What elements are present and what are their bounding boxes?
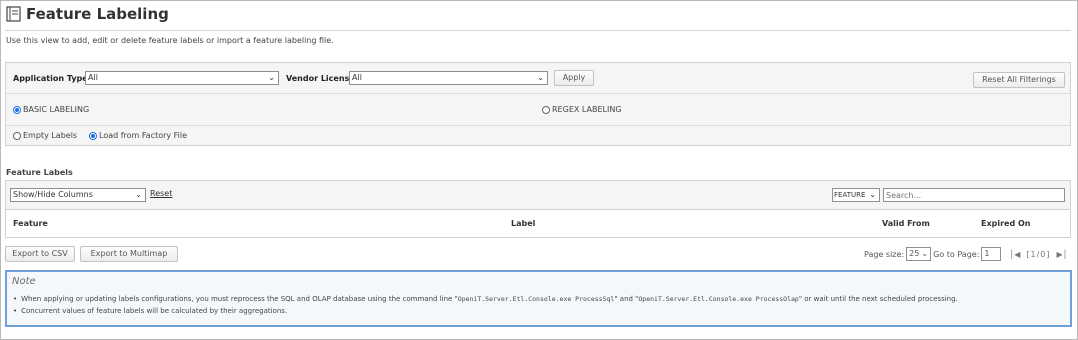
note-text: When applying or updating labels configu… bbox=[21, 295, 458, 303]
column-header-expired-on[interactable]: Expired On bbox=[981, 219, 1030, 228]
reset-all-filterings-button[interactable]: Reset All Filterings bbox=[973, 72, 1065, 88]
search-input[interactable] bbox=[883, 188, 1065, 202]
last-page-icon[interactable]: ▶│ bbox=[1057, 250, 1068, 259]
go-to-page-label: Go to Page: bbox=[933, 249, 980, 259]
chevron-down-icon: ⌄ bbox=[135, 190, 142, 199]
search-field-select[interactable]: FEATURE ⌄ bbox=[832, 188, 880, 202]
bullet-icon: • bbox=[13, 307, 18, 315]
factory-file-radio[interactable]: Load from Factory File bbox=[89, 131, 187, 140]
factory-file-label: Load from Factory File bbox=[99, 131, 188, 140]
page-description: Use this view to add, edit or delete fea… bbox=[6, 36, 334, 45]
regex-labeling-radio[interactable]: REGEX LABELING bbox=[542, 105, 622, 114]
command-text: OpeniT.Server.Etl.Console.exe ProcessOla… bbox=[638, 295, 799, 303]
radio-selected-icon bbox=[13, 105, 21, 114]
filter-panel: Application Type: All ⌄ Vendor License: … bbox=[5, 62, 1071, 146]
go-to-page-input[interactable]: 1 bbox=[981, 247, 1002, 261]
basic-labeling-label: BASIC LABELING bbox=[23, 105, 90, 114]
basic-labeling-radio[interactable]: BASIC LABELING bbox=[13, 105, 89, 114]
note-box: Note • When applying or updating labels … bbox=[5, 270, 1072, 327]
radio-unselected-icon bbox=[13, 131, 21, 140]
page-size-value: 25 bbox=[909, 249, 920, 258]
chevron-down-icon: ⌄ bbox=[268, 73, 275, 82]
radio-selected-icon bbox=[89, 131, 97, 140]
note-item: • When applying or updating labels confi… bbox=[13, 293, 1063, 305]
radio-unselected-icon bbox=[542, 105, 550, 114]
label-source-row: Empty Labels Load from Factory File bbox=[6, 125, 1070, 146]
filter-row: Application Type: All ⌄ Vendor License: … bbox=[6, 63, 1070, 93]
column-header-label[interactable]: Label bbox=[511, 219, 535, 228]
chevron-down-icon: ⌄ bbox=[869, 190, 876, 199]
reset-link[interactable]: Reset bbox=[150, 189, 172, 198]
pagination: Page size: 25 ⌄ Go to Page: 1 │◀ [1/0] ▶… bbox=[864, 247, 1067, 261]
title-divider bbox=[5, 30, 1071, 31]
bullet-icon: • bbox=[13, 295, 18, 303]
application-type-value: All bbox=[88, 73, 98, 82]
note-text: " or wait until the next scheduled proce… bbox=[798, 295, 958, 303]
export-multimap-button[interactable]: Export to Multimap bbox=[80, 246, 178, 262]
application-type-label: Application Type: bbox=[13, 74, 91, 83]
chevron-down-icon: ⌄ bbox=[921, 249, 929, 258]
note-text: Concurrent values of feature labels will… bbox=[21, 307, 288, 315]
page-title: Feature Labeling bbox=[6, 3, 169, 25]
note-text: " and " bbox=[614, 295, 639, 303]
vendor-license-label: Vendor License: bbox=[286, 74, 358, 83]
regex-labeling-label: REGEX LABELING bbox=[552, 105, 622, 114]
column-header-feature[interactable]: Feature bbox=[13, 219, 48, 228]
page-size-label: Page size: bbox=[864, 249, 905, 259]
labeling-mode-row: BASIC LABELING REGEX LABELING bbox=[6, 93, 1070, 125]
grid-toolbar: Show/Hide Columns ⌄ Reset FEATURE ⌄ bbox=[5, 180, 1071, 210]
export-csv-button[interactable]: Export to CSV bbox=[5, 246, 75, 262]
application-type-select[interactable]: All ⌄ bbox=[85, 71, 279, 85]
section-title: Feature Labels bbox=[6, 168, 73, 177]
chevron-down-icon: ⌄ bbox=[537, 73, 544, 82]
empty-labels-label: Empty Labels bbox=[23, 131, 78, 140]
vendor-license-select[interactable]: All ⌄ bbox=[349, 71, 548, 85]
show-hide-columns-select[interactable]: Show/Hide Columns ⌄ bbox=[10, 188, 146, 202]
vendor-license-value: All bbox=[352, 73, 362, 82]
page-title-text: Feature Labeling bbox=[26, 5, 169, 23]
column-header-valid-from[interactable]: Valid From bbox=[882, 219, 930, 228]
note-item: • Concurrent values of feature labels wi… bbox=[13, 305, 1063, 317]
note-list: • When applying or updating labels confi… bbox=[13, 293, 1063, 317]
grid-header: Feature Label Valid From Expired On bbox=[5, 210, 1071, 238]
apply-button[interactable]: Apply bbox=[554, 70, 594, 86]
document-icon bbox=[6, 6, 21, 22]
page-indicator: [1/0] bbox=[1026, 249, 1051, 259]
first-page-icon[interactable]: │◀ bbox=[1009, 250, 1020, 259]
note-title: Note bbox=[12, 276, 36, 287]
show-hide-columns-value: Show/Hide Columns bbox=[13, 190, 93, 199]
command-text: OpeniT.Server.Etl.Console.exe ProcessSql bbox=[457, 295, 615, 303]
search-field-value: FEATURE bbox=[834, 191, 866, 199]
page-size-select[interactable]: 25 ⌄ bbox=[906, 247, 932, 261]
empty-labels-radio[interactable]: Empty Labels bbox=[13, 131, 77, 140]
